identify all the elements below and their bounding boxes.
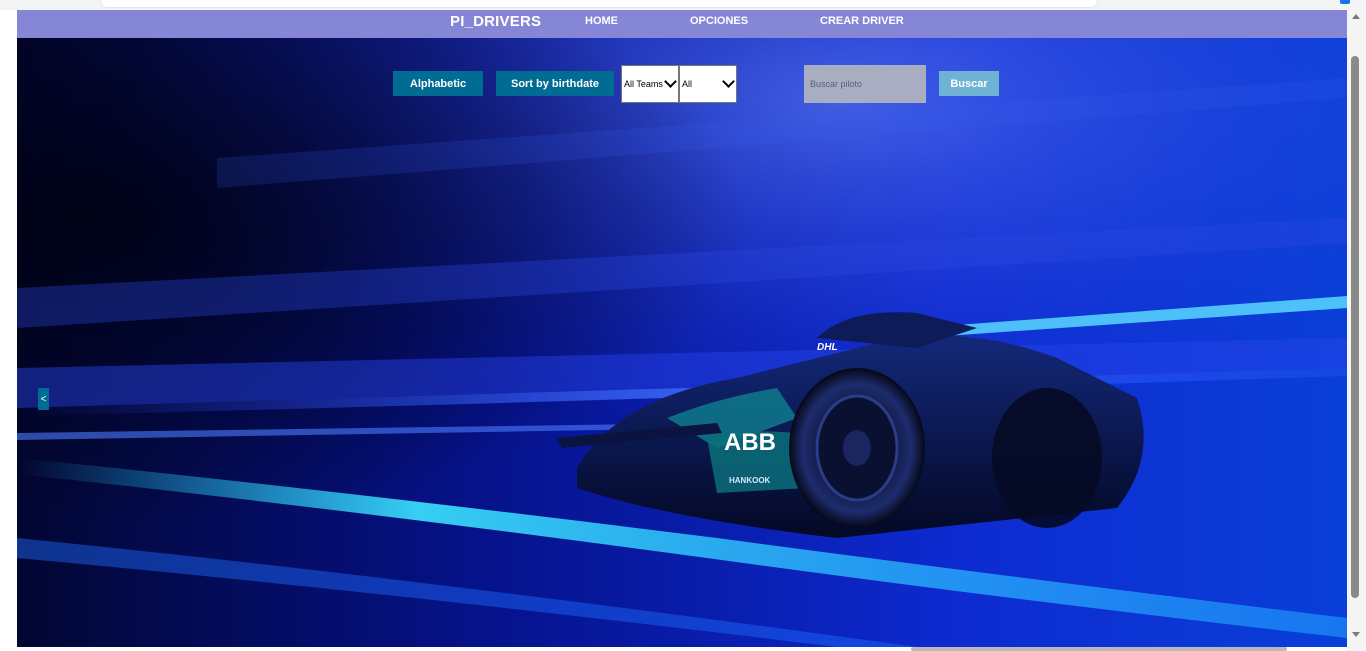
vertical-scrollbar[interactable]	[1347, 10, 1366, 651]
brand-title: PI_DRIVERS	[450, 13, 542, 30]
svg-text:DHL: DHL	[817, 342, 838, 353]
page-frame: PI_DRIVERS HOME OPCIONES CREAR DRIVER AB…	[17, 10, 1347, 647]
browser-top-strip	[0, 0, 1366, 10]
origin-filter-select[interactable]: All	[679, 65, 737, 103]
sort-birthdate-button[interactable]: Sort by birthdate	[496, 71, 614, 96]
scroll-up-icon[interactable]	[1352, 14, 1360, 19]
previous-page-button[interactable]: <	[38, 388, 49, 410]
race-car-background-image: ABB DHL HANKOOK	[17, 38, 1347, 647]
search-driver-input[interactable]	[804, 65, 926, 103]
chevron-down-icon	[722, 75, 735, 88]
svg-text:ABB: ABB	[724, 429, 776, 456]
team-filter-select[interactable]: All Teams	[621, 65, 679, 103]
team-filter-value: All Teams	[624, 79, 663, 89]
navbar: PI_DRIVERS HOME OPCIONES CREAR DRIVER	[17, 10, 1347, 38]
scroll-down-icon[interactable]	[1352, 632, 1360, 637]
sort-alphabetic-button[interactable]: Alphabetic	[393, 71, 483, 96]
nav-link-opciones[interactable]: OPCIONES	[690, 15, 748, 27]
search-button[interactable]: Buscar	[939, 71, 999, 96]
chevron-down-icon	[664, 75, 677, 88]
svg-text:HANKOOK: HANKOOK	[729, 476, 771, 485]
hero-background: ABB DHL HANKOOK Alphabetic Sort by birth…	[17, 38, 1347, 647]
horizontal-scrollbar-thumb[interactable]	[911, 647, 1287, 651]
origin-filter-value: All	[682, 79, 693, 89]
address-bar[interactable]	[100, 0, 1098, 8]
nav-link-crear-driver[interactable]: CREAR DRIVER	[820, 15, 904, 27]
nav-link-home[interactable]: HOME	[585, 15, 618, 27]
extension-icon[interactable]	[1340, 0, 1350, 4]
scrollbar-thumb[interactable]	[1351, 56, 1359, 598]
